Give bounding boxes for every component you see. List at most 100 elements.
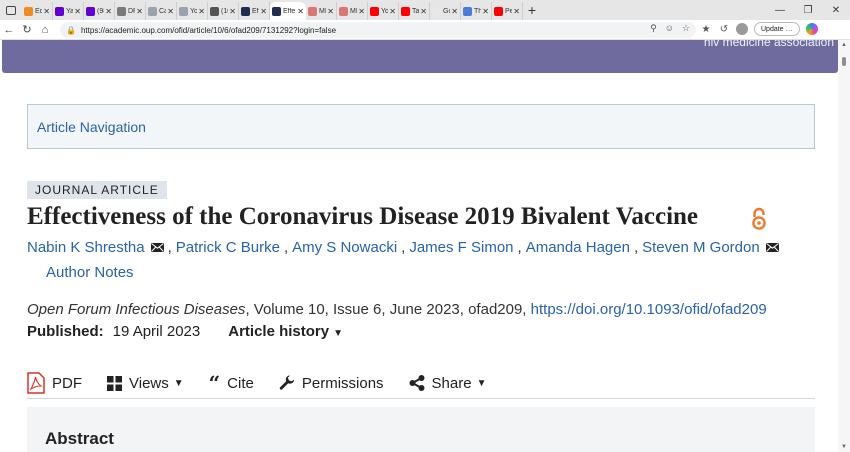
tab-close-icon[interactable]: ✕ — [229, 7, 236, 16]
tab-label: Effe — [252, 7, 259, 15]
tab-close-icon[interactable]: ✕ — [389, 7, 396, 16]
read-aloud-icon[interactable]: ☺ — [665, 23, 674, 34]
pdf-label: PDF — [52, 374, 82, 392]
browser-tab[interactable]: DRI✕ — [115, 2, 146, 20]
restore-icon[interactable]: ❐ — [794, 0, 822, 20]
citation-details: , Volume 10, Issue 6, June 2023, ofad209… — [245, 301, 531, 318]
tab-close-icon[interactable]: ✕ — [167, 7, 174, 16]
favicon-icon — [432, 6, 441, 16]
browser-tab[interactable]: Go✕ — [430, 2, 461, 20]
author-separator: , — [167, 239, 172, 256]
history-icon[interactable]: ↺ — [718, 24, 730, 35]
author-link[interactable]: Nabin K Shrestha — [27, 239, 145, 256]
email-icon[interactable] — [765, 243, 779, 252]
favicon-icon — [401, 6, 410, 16]
tab-close-icon[interactable]: ✕ — [482, 7, 489, 16]
tab-close-icon[interactable]: ✕ — [297, 7, 304, 16]
author-separator: , — [517, 239, 522, 256]
new-tab-icon[interactable]: + — [523, 2, 541, 18]
tab-close-icon[interactable]: ✕ — [260, 7, 267, 16]
quote-icon: “ — [208, 370, 221, 395]
browser-tab[interactable]: MIT✕ — [337, 2, 368, 20]
tab-close-icon[interactable]: ✕ — [513, 7, 520, 16]
views-menu-button[interactable]: Views ▼ — [107, 375, 184, 392]
author-link[interactable]: Patrick C Burke — [176, 239, 280, 256]
browser-tab[interactable]: Car✕ — [146, 2, 177, 20]
favicon-icon — [210, 6, 219, 16]
browser-tab[interactable]: (98)✕ — [84, 2, 115, 20]
tab-label: Effe — [283, 7, 296, 15]
page-scrollbar[interactable]: ▲ ▼ — [838, 40, 850, 452]
tab-close-icon[interactable]: ✕ — [198, 7, 205, 16]
tab-close-icon[interactable]: ✕ — [105, 7, 112, 16]
browser-tab[interactable]: Effe✕ — [270, 2, 306, 20]
browser-tab[interactable]: Effe✕ — [239, 2, 270, 20]
author-link[interactable]: Amanda Hagen — [526, 239, 630, 256]
favicon-icon — [463, 6, 472, 16]
scroll-up-icon[interactable]: ▲ — [841, 42, 847, 48]
author-link[interactable]: Amy S Nowacki — [292, 239, 397, 256]
tab-label: Tak — [412, 7, 420, 15]
author-notes-link[interactable]: Author Notes — [46, 264, 134, 281]
home-icon[interactable]: ⌂ — [36, 21, 54, 39]
tab-label: Go — [443, 7, 450, 15]
browser-tab[interactable]: The✕ — [461, 2, 492, 20]
banner-text[interactable]: hiv medicine association — [704, 40, 834, 49]
email-icon[interactable] — [150, 243, 164, 252]
scroll-thumb[interactable] — [842, 57, 846, 66]
favicon-icon — [117, 6, 126, 16]
copilot-icon[interactable] — [805, 23, 818, 35]
browser-tab[interactable]: Edi✕ — [22, 2, 53, 20]
permissions-label: Permissions — [301, 374, 384, 392]
doi-link[interactable]: https://doi.org/10.1093/ofid/ofad209 — [531, 301, 767, 318]
tab-close-icon[interactable]: ✕ — [420, 7, 427, 16]
tab-close-icon[interactable]: ✕ — [43, 7, 50, 16]
minimize-icon[interactable]: — — [766, 0, 794, 20]
pdf-button[interactable]: PDF — [27, 372, 82, 394]
tab-close-icon[interactable]: ✕ — [451, 7, 458, 16]
browser-tab[interactable]: Pet✕ — [492, 2, 523, 20]
lock-icon[interactable]: 🔒 — [66, 26, 76, 35]
article-navigation-label[interactable]: Article Navigation — [37, 119, 146, 135]
share-icon — [409, 375, 425, 391]
author-link[interactable]: James F Simon — [409, 239, 513, 256]
tab-actions-icon[interactable] — [0, 0, 22, 20]
update-button[interactable]: Update … — [754, 22, 800, 36]
favorites-icon[interactable]: ★ — [700, 24, 712, 35]
browser-tab[interactable]: You✕ — [368, 2, 399, 20]
article-toolbar: PDF Views ▼ “ Cite Permissions Share ▼ — [27, 368, 815, 399]
grid-icon — [107, 375, 122, 391]
address-bar[interactable]: 🔒 https://academic.oup.com/ofid/article/… — [60, 22, 696, 38]
profile-avatar[interactable] — [736, 23, 748, 35]
browser-tab[interactable]: You✕ — [177, 2, 208, 20]
browser-tab[interactable]: Tak✕ — [399, 2, 430, 20]
tab-label: You — [381, 7, 388, 15]
url-text[interactable]: https://academic.oup.com/ofid/article/10… — [81, 26, 336, 35]
tab-close-icon[interactable]: ✕ — [136, 7, 143, 16]
page-content: hiv medicine association Article Navigat… — [0, 40, 838, 452]
share-menu-button[interactable]: Share ▼ — [409, 375, 487, 392]
article-history-label: Article history — [228, 323, 330, 340]
reload-icon[interactable]: ↻ — [18, 21, 36, 39]
scroll-down-icon[interactable]: ▼ — [841, 444, 847, 450]
favorite-star-icon[interactable]: ☆ — [682, 23, 690, 34]
tab-close-icon[interactable]: ✕ — [74, 7, 81, 16]
caret-down-icon: ▼ — [476, 377, 487, 389]
tab-label: MIT — [350, 7, 357, 15]
tab-label: The — [474, 7, 481, 15]
favicon-icon — [339, 6, 348, 16]
browser-tab[interactable]: (10✕ — [208, 2, 239, 20]
browser-tab[interactable]: Yah✕ — [53, 2, 84, 20]
article-title: Effectiveness of the Coronavirus Disease… — [27, 203, 699, 230]
tab-close-icon[interactable]: ✕ — [327, 7, 334, 16]
permissions-button[interactable]: Permissions — [279, 375, 384, 392]
tab-close-icon[interactable]: ✕ — [358, 7, 365, 16]
cite-button[interactable]: “ Cite — [208, 370, 254, 395]
close-window-icon[interactable]: ✕ — [822, 0, 850, 20]
article-navigation[interactable]: Article Navigation — [27, 104, 815, 149]
back-icon[interactable]: ← — [0, 21, 18, 39]
article-history-toggle[interactable]: Article history ▼ — [228, 323, 343, 340]
zoom-icon[interactable]: ⚲ — [650, 23, 657, 34]
author-link[interactable]: Steven M Gordon — [642, 239, 760, 256]
browser-tab[interactable]: MIT✕ — [306, 2, 337, 20]
